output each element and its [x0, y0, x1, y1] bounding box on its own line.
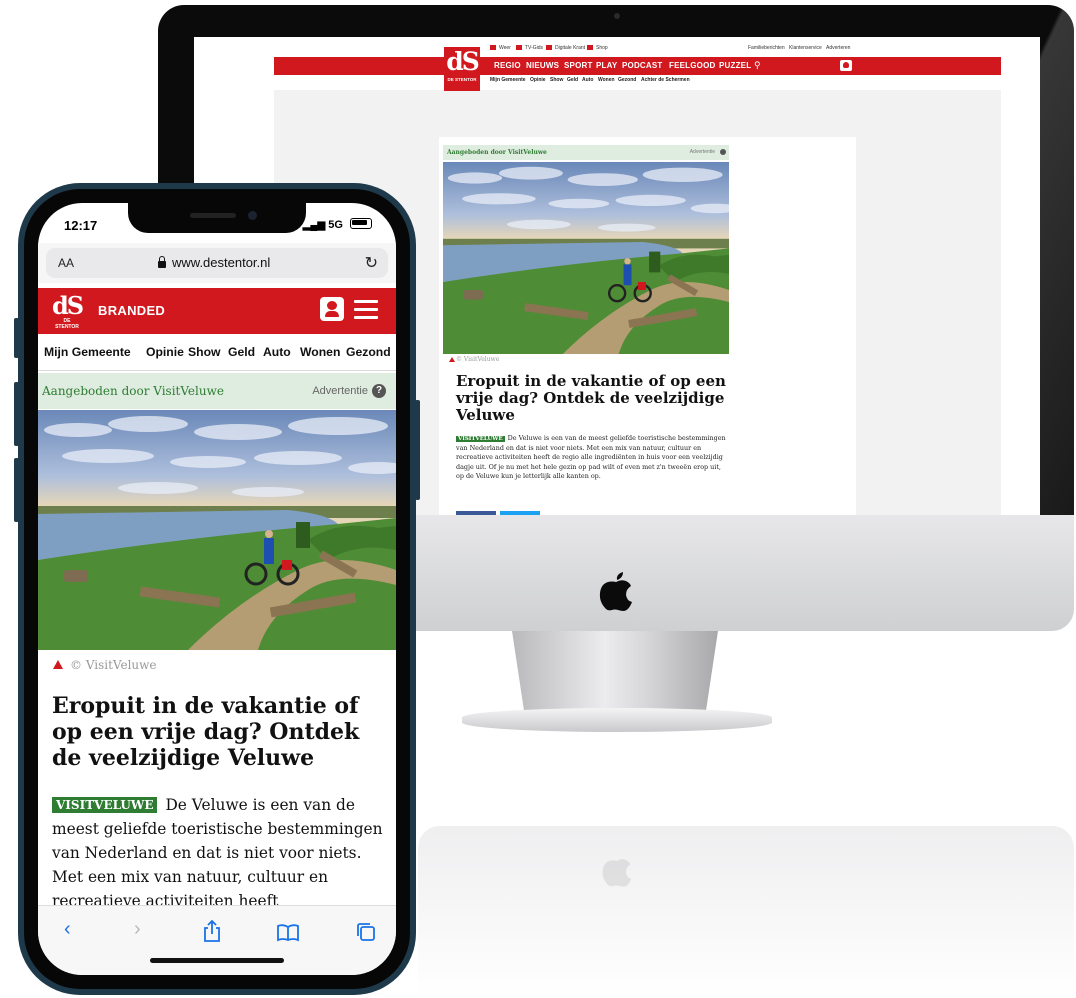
article-image[interactable]: [443, 162, 729, 354]
forward-icon[interactable]: ›: [134, 918, 141, 941]
status-time: 12:17: [64, 218, 98, 233]
share-icon[interactable]: [202, 920, 222, 942]
nav-play[interactable]: PLAY: [596, 61, 617, 70]
article-intro: VISITVELUWE De Veluwe is een van de meest…: [52, 796, 383, 910]
sponsor-badge: VISITVELUWE: [52, 797, 158, 813]
volume-up-button: [14, 382, 19, 446]
user-icon[interactable]: [840, 60, 852, 71]
reload-icon[interactable]: ↻: [365, 253, 378, 273]
browser-toolbar: ‹ ›: [38, 905, 396, 975]
tool-link-weer[interactable]: Weer: [490, 45, 511, 51]
apple-logo-icon: [599, 572, 632, 611]
article-title[interactable]: Eropuit in de vakantie of op een vrije d…: [456, 373, 728, 424]
nav-puzzel[interactable]: PUZZEL: [719, 61, 751, 70]
credit-triangle-icon: [449, 357, 455, 362]
phone-side-button: [14, 318, 19, 358]
subnav-auto[interactable]: Auto: [263, 345, 291, 359]
article-intro: VISITVELUWE De Veluwe is een van de meest…: [456, 434, 726, 480]
tool-link-familieberichten[interactable]: Familieberichten: [748, 45, 785, 51]
credit-triangle-icon: [53, 660, 63, 669]
desktop-main-nav: REGIO NIEUWS SPORT PLAY PODCAST FEELGOOD…: [274, 57, 1001, 75]
image-credit: © VisitVeluwe: [456, 356, 500, 363]
imac-camera: [614, 13, 620, 19]
imac-reflection: [418, 826, 1074, 998]
site-logo[interactable]: dS DE STENTOR: [444, 47, 480, 91]
share-facebook-button[interactable]: [456, 511, 496, 515]
site-logo[interactable]: dS DE STENTOR: [52, 294, 84, 331]
home-indicator: [150, 958, 284, 963]
sponsor-bar: Aangeboden door VisitVeluwe Advertentie …: [38, 373, 396, 409]
sponsor-label: Aangeboden door VisitVeluwe: [42, 384, 224, 398]
tool-link-adverteren[interactable]: Adverteren: [826, 45, 850, 51]
tool-link-krant[interactable]: Digitale Krant: [546, 45, 585, 51]
menu-icon[interactable]: [354, 300, 378, 320]
share-twitter-button[interactable]: [500, 511, 540, 515]
tool-link-klantenservice[interactable]: Klantenservice: [789, 45, 822, 51]
nav-podcast[interactable]: PODCAST: [622, 61, 663, 70]
article-image[interactable]: [38, 410, 396, 650]
subnav-auto[interactable]: Auto: [582, 77, 593, 83]
apple-logo-icon: [602, 859, 632, 887]
browser-address-bar: AA www.destentor.nl ↻: [38, 243, 396, 283]
power-button: [415, 400, 420, 500]
subnav-gezond[interactable]: Gezond: [346, 345, 391, 359]
text-size-button[interactable]: AA: [58, 256, 74, 270]
subnav-gezond[interactable]: Gezond: [618, 77, 636, 83]
subnav-wonen[interactable]: Wonen: [598, 77, 615, 83]
help-icon[interactable]: ?: [372, 384, 386, 398]
battery-icon: [350, 218, 372, 229]
nav-sport[interactable]: SPORT: [564, 61, 593, 70]
url-text[interactable]: www.destentor.nl: [158, 255, 270, 270]
subnav-geld[interactable]: Geld: [567, 77, 578, 83]
ad-badge: Advertentie: [312, 385, 368, 397]
network-label: 5G: [328, 219, 343, 231]
nav-feelgood[interactable]: FEELGOOD: [669, 61, 716, 70]
article-title[interactable]: Eropuit in de vakantie of op een vrije d…: [52, 693, 386, 771]
sponsor-label: Aangeboden door VisitVeluwe: [447, 149, 547, 156]
subnav-opinie[interactable]: Opinie: [530, 77, 546, 83]
section-title: BRANDED: [98, 303, 166, 318]
subnav-show[interactable]: Show: [188, 345, 221, 359]
subnav-show[interactable]: Show: [550, 77, 563, 83]
phone-subnav: Mijn Gemeente Opinie Show Geld Auto Wone…: [38, 334, 396, 371]
status-indicators: ▂▄▆ 5G: [303, 218, 372, 231]
volume-down-button: [14, 458, 19, 522]
address-field[interactable]: AA www.destentor.nl ↻: [46, 248, 388, 278]
desktop-topbar: [274, 37, 1001, 57]
search-icon[interactable]: ⚲: [754, 60, 761, 71]
subnav-opinie[interactable]: Opinie: [146, 345, 184, 359]
imac-stand: [512, 631, 718, 713]
image-credit: © VisitVeluwe: [70, 658, 157, 672]
subnav-mijn-gemeente[interactable]: Mijn Gemeente: [44, 345, 131, 359]
lock-icon: [158, 256, 166, 268]
help-icon[interactable]: [720, 149, 726, 155]
nav-nieuws[interactable]: NIEUWS: [526, 61, 559, 70]
subnav-mijn-gemeente[interactable]: Mijn Gemeente: [490, 77, 526, 83]
back-icon[interactable]: ‹: [64, 918, 71, 941]
subnav-geld[interactable]: Geld: [228, 345, 255, 359]
site-header: dS DE STENTOR BRANDED: [38, 288, 396, 334]
phone-notch: [128, 203, 306, 233]
phone-screen: 12:17 ▂▄▆ 5G AA www.destentor.nl ↻ dS DE…: [38, 203, 396, 975]
sponsor-badge: VISITVELUWE: [456, 436, 505, 442]
nav-regio[interactable]: REGIO: [494, 61, 521, 70]
subnav-achter-de-schermen[interactable]: Achter de Schermen: [641, 77, 690, 83]
tool-link-tvgids[interactable]: TV-Gids: [516, 45, 543, 51]
user-icon[interactable]: [320, 297, 344, 321]
sponsor-bar: Aangeboden door VisitVeluwe Advertentie: [443, 145, 729, 160]
bookmarks-icon[interactable]: [276, 924, 300, 942]
imac-foot: [462, 708, 772, 732]
signal-icon: ▂▄▆: [302, 220, 326, 231]
ad-badge: Advertentie: [689, 149, 715, 155]
subnav-wonen[interactable]: Wonen: [300, 345, 340, 359]
tool-link-shop[interactable]: Shop: [587, 45, 608, 51]
tabs-icon[interactable]: [356, 922, 376, 942]
